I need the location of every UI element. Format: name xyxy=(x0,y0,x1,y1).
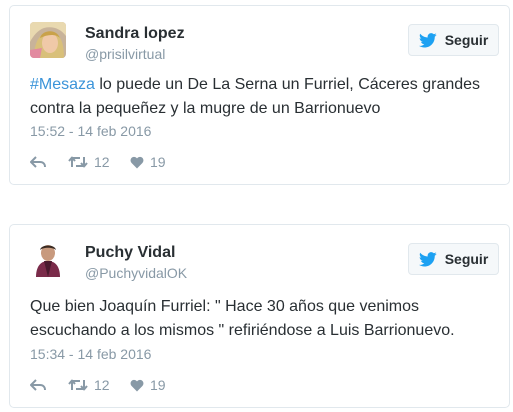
retweet-icon xyxy=(68,156,88,168)
timestamp[interactable]: 15:34 - 14 feb 2016 xyxy=(30,346,151,362)
display-name[interactable]: Sandra lopez xyxy=(85,25,185,43)
follow-button-label: Seguir xyxy=(444,32,489,48)
tweet-card: Puchy Vidal @PuchyvidalOK Seguir Que bie… xyxy=(9,224,510,408)
retweet-button[interactable]: 12 xyxy=(68,154,130,170)
retweet-icon xyxy=(68,379,88,391)
like-button[interactable]: 19 xyxy=(130,377,166,393)
retweet-count: 12 xyxy=(94,154,110,170)
like-count: 19 xyxy=(150,154,166,170)
tweet-actions: 12 19 xyxy=(30,375,166,395)
retweet-button[interactable]: 12 xyxy=(68,377,130,393)
avatar[interactable] xyxy=(30,241,66,277)
tweet-text-body: lo puede un De La Serna un Furriel, Cáce… xyxy=(30,76,481,117)
retweet-count: 12 xyxy=(94,377,110,393)
user-handle[interactable]: @PuchyvidalOK xyxy=(85,265,187,281)
reply-button[interactable] xyxy=(30,379,68,391)
tweet-card: Sandra lopez @prisilvirtual Seguir #Mesa… xyxy=(9,5,510,185)
twitter-bird-icon xyxy=(418,32,437,47)
tweet-actions: 12 19 xyxy=(30,152,166,172)
timestamp[interactable]: 15:52 - 14 feb 2016 xyxy=(30,123,151,139)
reply-icon xyxy=(30,156,46,168)
like-button[interactable]: 19 xyxy=(130,154,166,170)
heart-icon xyxy=(130,379,144,391)
tweet-text: #Mesaza lo puede un De La Serna un Furri… xyxy=(30,73,500,121)
heart-icon xyxy=(130,156,144,168)
tweet-text: Que bien Joaquín Furriel: " Hace 30 años… xyxy=(30,298,455,339)
tweet-feed: Sandra lopez @prisilvirtual Seguir #Mesa… xyxy=(0,0,513,412)
reply-icon xyxy=(30,379,46,391)
avatar[interactable] xyxy=(30,22,66,58)
follow-button[interactable]: Seguir xyxy=(408,243,499,275)
display-name[interactable]: Puchy Vidal xyxy=(85,244,175,262)
reply-button[interactable] xyxy=(30,156,68,168)
hashtag-link[interactable]: #Mesaza xyxy=(30,76,95,93)
like-count: 19 xyxy=(150,377,166,393)
user-handle[interactable]: @prisilvirtual xyxy=(85,46,165,62)
follow-button-label: Seguir xyxy=(444,251,489,267)
follow-button[interactable]: Seguir xyxy=(408,24,499,56)
twitter-bird-icon xyxy=(418,251,437,266)
